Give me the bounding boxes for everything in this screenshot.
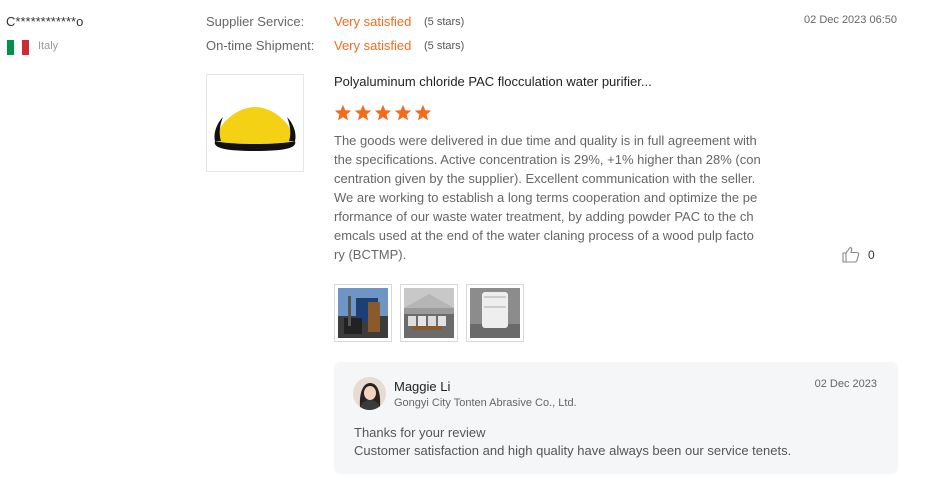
star-icon	[334, 104, 352, 121]
reply-text-line: Thanks for your review	[354, 425, 486, 440]
product-thumbnail[interactable]	[206, 74, 304, 172]
review-photo[interactable]	[466, 284, 524, 342]
avatar	[353, 377, 386, 410]
reviewer-country: Italy	[38, 40, 59, 52]
thumbs-up-icon	[842, 246, 860, 263]
reviewer-name: C************o	[6, 14, 84, 29]
italy-flag-icon	[7, 40, 29, 55]
rating-stars-supplier-service: (5 stars)	[424, 16, 465, 28]
reply-text-line: Customer satisfaction and high quality h…	[354, 443, 792, 458]
star-icon	[354, 104, 372, 121]
rating-value-supplier-service: Very satisfied	[334, 14, 412, 29]
seller-name: Maggie Li	[394, 379, 451, 394]
review-text: The goods were delivered in due time and…	[334, 133, 761, 262]
rating-value-on-time-shipment: Very satisfied	[334, 38, 412, 53]
review-star-rating	[334, 104, 432, 122]
photo-forklift-image	[338, 288, 388, 338]
seller-avatar-image	[353, 377, 386, 410]
like-count: 0	[868, 247, 875, 262]
star-icon	[394, 104, 412, 121]
rating-label-supplier-service: Supplier Service:	[206, 14, 305, 29]
star-icon	[414, 104, 432, 121]
reply-date: 02 Dec 2023	[814, 378, 877, 390]
product-title-link[interactable]: Polyaluminum chloride PAC flocculation w…	[334, 74, 652, 89]
photo-bulk-bag-image	[470, 288, 520, 338]
review-photo[interactable]	[334, 284, 392, 342]
rating-stars-on-time-shipment: (5 stars)	[424, 40, 465, 52]
seller-company: Gongyi City Tonten Abrasive Co., Ltd.	[394, 397, 577, 409]
review-date: 02 Dec 2023 06:50	[804, 14, 897, 26]
rating-label-on-time-shipment: On-time Shipment:	[206, 38, 315, 53]
like-button[interactable]: 0	[842, 246, 875, 263]
review-photo[interactable]	[400, 284, 458, 342]
star-icon	[374, 104, 392, 121]
photo-warehouse-image	[404, 288, 454, 338]
product-powder-image	[214, 107, 296, 151]
